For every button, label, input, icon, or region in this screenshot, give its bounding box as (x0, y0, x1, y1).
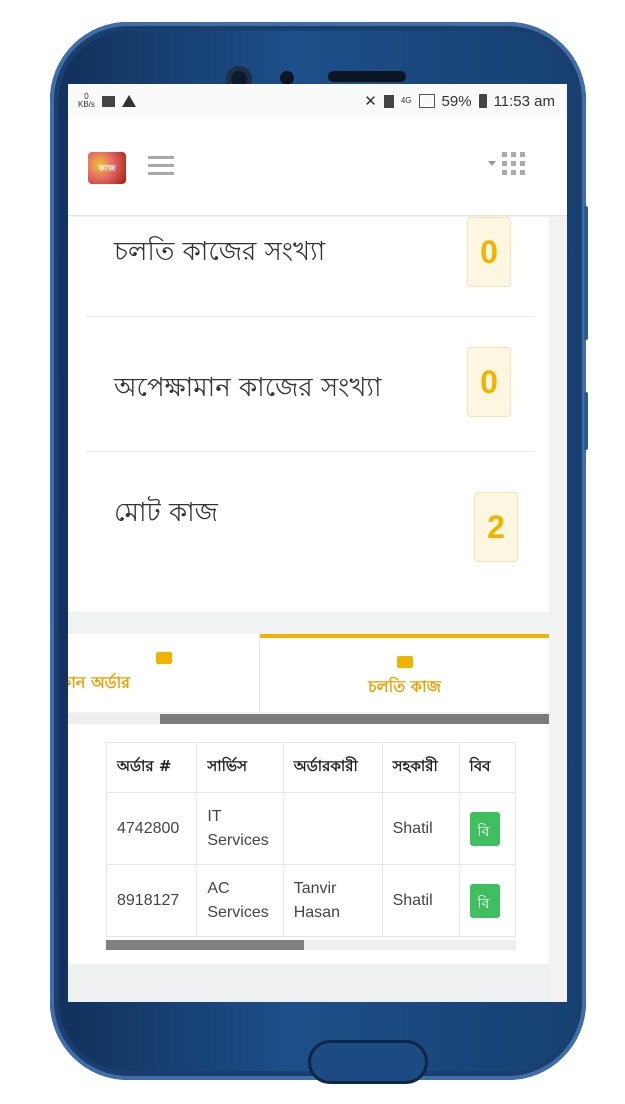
order-tabs: কান অর্ডার চলতি কাজ (68, 614, 549, 724)
stat-count-badge: 0 (467, 347, 511, 417)
col-service: সার্ভিস (196, 742, 284, 793)
hamburger-icon[interactable] (148, 156, 174, 176)
stat-total-jobs: মোট কাজ 2 (86, 452, 534, 612)
tab-running-jobs[interactable]: চলতি কাজ (260, 634, 549, 712)
stat-label: মোট কাজ (114, 498, 218, 528)
network-speed: 0 KB/s (78, 92, 95, 109)
tabs-scrollbar-thumb[interactable] (160, 714, 549, 724)
col-details: বিব (458, 742, 516, 793)
table-header-row: অর্ডার # সার্ভিস অর্ডারকারী সহকারী বিব (106, 742, 516, 793)
cell-order: 4742800 (106, 792, 198, 865)
orders-table: অর্ডার # সার্ভিস অর্ডারকারী সহকারী বিব 4… (106, 742, 516, 937)
caret-down-icon (488, 161, 496, 166)
stat-count-badge: 0 (467, 217, 511, 287)
sensor (280, 71, 294, 85)
cell-action: বি (458, 792, 516, 865)
warning-icon (121, 95, 136, 107)
orders-table-viewport: অর্ডার # সার্ভিস অর্ডারকারী সহকারী বিব 4… (106, 742, 516, 937)
cell-order: 8918127 (106, 864, 198, 937)
earpiece-speaker (328, 71, 406, 82)
battery-icon (478, 94, 487, 108)
orders-panel: অর্ডার # সার্ভিস অর্ডারকারী সহকারী বিব 4… (68, 724, 549, 964)
battery-percent: 59% (441, 92, 472, 110)
col-order: অর্ডার # (106, 742, 198, 793)
page-scrollbar[interactable] (549, 217, 567, 1002)
tab-label: কান অর্ডার (68, 673, 131, 692)
card-icon (396, 656, 413, 668)
details-button[interactable]: বি (469, 811, 500, 846)
table-row[interactable]: 8918127 AC Services Tanvir Hasan Shatil … (106, 864, 516, 937)
status-bar: 0 KB/s ✕ 4G 59% 11:53 am (68, 84, 567, 118)
col-customer: অর্ডারকারী (282, 742, 383, 793)
volume-button[interactable] (584, 206, 588, 340)
new-order-icon (155, 652, 172, 664)
cell-customer (282, 792, 383, 865)
apps-menu[interactable] (488, 152, 525, 175)
cell-assistant: Shatil (381, 792, 460, 865)
stat-label: চলতি কাজের সংখ্যা (114, 237, 326, 267)
table-row[interactable]: 4742800 IT Services Shatil বি (106, 792, 516, 865)
stat-running-jobs: চলতি কাজের সংখ্যা 0 (86, 217, 534, 317)
stat-count-badge: 2 (474, 492, 518, 562)
sim-icon (383, 94, 394, 108)
mute-icon: ✕ (364, 93, 377, 110)
image-icon (101, 95, 115, 107)
tab-new-order[interactable]: কান অর্ডার (68, 634, 260, 712)
power-button[interactable] (584, 392, 588, 450)
clock: 11:53 am (493, 92, 555, 110)
lte-icon: 4G (400, 96, 412, 105)
app-header: কাজ (68, 118, 567, 216)
logo-text: কাজ (98, 164, 116, 174)
details-button[interactable]: বি (469, 883, 500, 918)
apps-grid-icon (502, 152, 525, 175)
cell-assistant: Shatil (381, 864, 460, 937)
cell-action: বি (458, 864, 516, 937)
col-assistant: সহকারী (381, 742, 460, 793)
stat-pending-jobs: অপেক্ষামান কাজের সংখ্যা 0 (86, 317, 534, 452)
stat-label: অপেক্ষামান কাজের সংখ্যা (114, 373, 382, 403)
tab-label: চলতি কাজ (368, 677, 441, 696)
home-button[interactable] (308, 1040, 428, 1084)
app-logo[interactable]: কাজ (88, 152, 126, 184)
cell-customer: Tanvir Hasan (282, 864, 383, 937)
signal-icon (418, 94, 435, 108)
table-scrollbar-thumb[interactable] (106, 940, 304, 950)
stats-panel: চলতি কাজের সংখ্যা 0 অপেক্ষামান কাজের সংখ… (68, 217, 549, 612)
cell-service: AC Services (196, 864, 284, 937)
phone-screen: 0 KB/s ✕ 4G 59% 11:53 am কাজ চলতি কাজের … (68, 84, 567, 1002)
cell-service: IT Services (196, 792, 284, 865)
